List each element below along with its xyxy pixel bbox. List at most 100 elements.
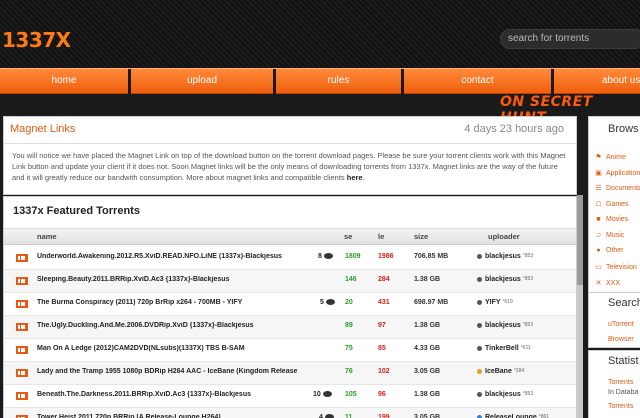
torrent-name-link[interactable]: Man On A Ledge (2012)CAM2DVD(NLsubs)(133… <box>37 345 297 352</box>
uploader[interactable]: blackjesus °853 <box>477 276 533 283</box>
statistics-title: Statist <box>608 355 639 367</box>
stats-line: Torrents <box>608 403 634 410</box>
user-status-icon <box>477 345 482 351</box>
table-row[interactable]: Lady and the Tramp 1955 1080p BDRip H264… <box>4 362 576 385</box>
other-icon: ● <box>596 247 601 255</box>
category-item[interactable]: ♫ Music <box>595 232 624 244</box>
browser-link[interactable]: Browser <box>608 336 634 343</box>
column-leechers[interactable]: le <box>378 232 384 241</box>
column-uploader[interactable]: uploader <box>488 232 520 241</box>
uploader[interactable]: blackjesus °853 <box>477 391 533 398</box>
magnet-links-panel: Magnet Links 4 days 23 hours ago You wil… <box>3 116 577 195</box>
magnet-links-title[interactable]: Magnet Links <box>10 123 75 135</box>
seeders-count: 75 <box>345 345 353 352</box>
table-row[interactable]: The Burma Conspiracy (2011) 720p BrRip x… <box>4 293 576 316</box>
browse-title: Brows <box>608 123 639 135</box>
table-row[interactable]: Beneath.The.Darkness.2011.BRRip.XviD.Ac3… <box>4 385 576 408</box>
movie-icon <box>16 254 28 262</box>
nav-contact[interactable]: contact <box>404 69 551 94</box>
seeders-count: 105 <box>345 391 357 398</box>
nav-rules[interactable]: rules <box>276 69 401 94</box>
torrent-name-link[interactable]: Tower Heist 2011 720p BRRip [A Release-L… <box>37 414 297 418</box>
category-label: Anime <box>606 154 626 161</box>
vertical-scrollbar[interactable] <box>577 195 583 418</box>
uploader-reputation: °861 <box>538 414 550 418</box>
magnet-here-link[interactable]: here <box>347 173 363 182</box>
table-row[interactable]: Sleeping.Beauty.2011.BRRip.XviD.Ac3 {133… <box>4 270 576 293</box>
browse-panel: Brows ⚑ Anime ▣ Applications ☰ Documentaries ☖… <box>588 116 640 298</box>
torrent-name-link[interactable]: Beneath.The.Darkness.2011.BRRip.XviD.Ac3… <box>37 391 297 398</box>
uploader[interactable]: IceBane °284 <box>477 368 524 375</box>
category-item[interactable]: ⚑ Anime <box>595 153 626 165</box>
uploader-reputation: °853 <box>522 391 534 397</box>
table-row[interactable]: Underworld.Awakening.2012.R5.XviD.READ.N… <box>4 247 576 270</box>
user-status-icon <box>477 253 482 259</box>
table-row[interactable]: Man On A Ledge (2012)CAM2DVD(NLsubs)(133… <box>4 339 576 362</box>
divider <box>4 143 576 144</box>
site-logo[interactable]: 1337X <box>2 28 71 52</box>
leechers-count: 102 <box>378 368 390 375</box>
uploader[interactable]: ReleaseLounge °861 <box>477 414 549 418</box>
category-item[interactable]: ▣ Applications <box>595 169 640 181</box>
nav-upload[interactable]: upload <box>131 69 273 94</box>
category-item[interactable]: ● Other <box>595 247 624 259</box>
category-item[interactable]: ☖ Games <box>595 200 628 212</box>
uploader[interactable]: TinkerBell °611 <box>477 345 531 352</box>
category-item[interactable]: ☰ Documentaries <box>595 184 640 196</box>
uploader[interactable]: YIFY °619 <box>477 299 513 306</box>
table-row[interactable]: The.Ugly.Duckling.And.Me.2006.DVDRip.Xvi… <box>4 316 576 339</box>
movie-icon <box>16 300 28 308</box>
column-size[interactable]: size <box>414 232 428 241</box>
category-item[interactable]: ■ Movies <box>595 216 628 228</box>
seeders-count: 11 <box>345 414 353 418</box>
category-label: Television <box>606 263 637 271</box>
leechers-count: 1986 <box>378 253 394 260</box>
stats-line: In Databa <box>608 389 639 396</box>
user-status-icon <box>477 322 482 328</box>
user-status-icon <box>477 276 482 282</box>
utorrent-link[interactable]: uTorrent <box>608 321 634 328</box>
comment-bubble-icon <box>322 391 332 398</box>
seeders-count: 76 <box>345 368 353 375</box>
uploader-name[interactable]: IceBane <box>485 368 512 375</box>
category-label: Other <box>606 247 624 255</box>
torrent-name-link[interactable]: The Burma Conspiracy (2011) 720p BrRip x… <box>37 299 297 306</box>
comment-bubble-icon <box>323 253 333 260</box>
category-item[interactable]: ▭ Television <box>595 263 637 275</box>
column-name[interactable]: name <box>37 232 57 241</box>
uploader[interactable]: blackjesus °853 <box>477 322 533 329</box>
uploader[interactable]: blackjesus °853 <box>477 253 533 260</box>
seeders-count: 146 <box>345 276 357 283</box>
torrent-name-link[interactable]: Sleeping.Beauty.2011.BRRip.XviD.Ac3 {133… <box>37 276 297 283</box>
uploader-name[interactable]: ReleaseLounge <box>485 414 537 418</box>
torrent-name-link[interactable]: The.Ugly.Duckling.And.Me.2006.DVDRip.Xvi… <box>37 322 297 329</box>
search-input[interactable]: search for torrents <box>500 29 640 49</box>
seeders-count: 89 <box>345 322 353 329</box>
file-size: 3.05 GB <box>414 414 441 418</box>
uploader-name[interactable]: blackjesus <box>485 322 521 329</box>
table-row[interactable]: Tower Heist 2011 720p BRRip [A Release-L… <box>4 408 576 418</box>
uploader-name[interactable]: YIFY <box>485 299 500 306</box>
comment-count[interactable]: 5 <box>320 299 335 306</box>
scrollbar-thumb[interactable] <box>577 195 583 285</box>
movies-icon: ■ <box>596 215 601 223</box>
uploader-name[interactable]: blackjesus <box>485 276 521 283</box>
applications-icon: ▣ <box>595 169 602 177</box>
uploader-name[interactable]: blackjesus <box>485 391 521 398</box>
comment-count[interactable]: 8 <box>318 253 333 260</box>
nav-home[interactable]: home <box>0 69 128 94</box>
search-panel-title: Search <box>608 297 640 309</box>
comment-count-value: 4 <box>319 414 323 418</box>
comment-count[interactable]: 10 <box>313 391 332 398</box>
movie-icon <box>16 277 28 285</box>
uploader-name[interactable]: TinkerBell <box>485 345 519 352</box>
torrent-name-link[interactable]: Underworld.Awakening.2012.R5.XviD.READ.N… <box>37 253 297 260</box>
uploader-reputation: °611 <box>520 345 531 351</box>
comment-count[interactable]: 4 <box>319 414 334 418</box>
nav-about-us[interactable]: about us <box>554 69 640 94</box>
column-seeders[interactable]: se <box>344 232 352 241</box>
movie-icon <box>16 392 28 400</box>
category-item[interactable]: ✕ XXX <box>595 279 620 291</box>
torrent-name-link[interactable]: Lady and the Tramp 1955 1080p BDRip H264… <box>37 368 297 375</box>
uploader-name[interactable]: blackjesus <box>485 253 521 260</box>
